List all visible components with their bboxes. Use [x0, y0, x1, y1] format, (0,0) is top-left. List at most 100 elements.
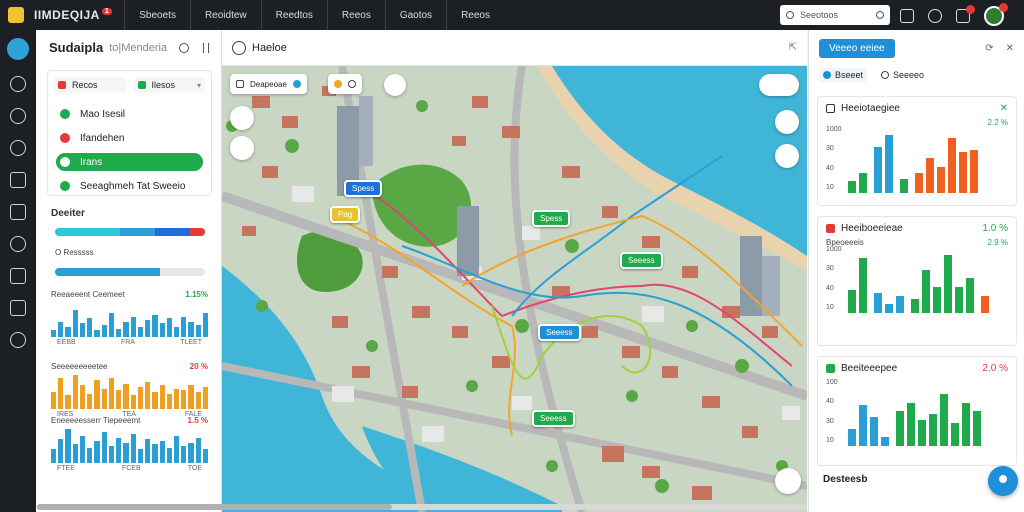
- help-icon[interactable]: [928, 9, 942, 23]
- chart-bar: [915, 172, 923, 193]
- topnav-item-5[interactable]: Gaotos: [384, 0, 446, 30]
- globe-icon[interactable]: [10, 76, 26, 92]
- close-icon[interactable]: ✕: [1000, 103, 1008, 114]
- mini-chart-bar: [202, 313, 209, 337]
- chart-bar: [900, 178, 908, 193]
- mini-chart-bar: [159, 385, 165, 409]
- street-view-button[interactable]: [775, 468, 801, 494]
- topnav-item-6[interactable]: Reeos: [446, 0, 504, 30]
- map-pin[interactable]: Seeess: [620, 252, 663, 269]
- stat-card-2-row-value: 2.9 %: [987, 238, 1008, 247]
- avatar[interactable]: [984, 3, 1008, 26]
- topnav-item-3[interactable]: Reedtos: [260, 0, 327, 30]
- settings-icon[interactable]: [10, 140, 26, 156]
- map-pin[interactable]: Spess: [344, 180, 383, 197]
- mini-chart-2-label: Seeeeeeeeetee: [51, 362, 108, 371]
- dashboard-icon[interactable]: [7, 38, 29, 60]
- app-logo-icon[interactable]: [8, 7, 24, 23]
- check-icon: [60, 181, 70, 191]
- clock-icon[interactable]: [10, 108, 26, 124]
- range-bar[interactable]: [55, 228, 205, 236]
- avatar-badge: [999, 3, 1008, 12]
- mini-chart-bar: [58, 378, 64, 409]
- poi-chip[interactable]: [328, 74, 362, 94]
- tab-bseeet[interactable]: Bseeet: [819, 68, 868, 82]
- notifications-icon[interactable]: [956, 5, 975, 23]
- mini-chart-bar: [51, 449, 57, 463]
- red-square-icon: [58, 81, 66, 89]
- tab-icon: [823, 71, 831, 79]
- marker-icon: [334, 80, 342, 88]
- measure-button[interactable]: [775, 144, 799, 168]
- mini-chart-bar: [173, 435, 180, 463]
- mini-chart-bar: [166, 447, 172, 463]
- topnav-item-1[interactable]: Sbeoets: [124, 0, 190, 30]
- tab-seeeeo[interactable]: Seeeeo: [877, 68, 928, 82]
- map-pin[interactable]: Seeess: [538, 324, 581, 341]
- mini-chart-bar: [181, 446, 187, 463]
- mini-chart-bar: [130, 395, 136, 409]
- chart-bar: [881, 437, 889, 446]
- location-button[interactable]: [384, 74, 406, 96]
- option-4[interactable]: Seeaghmeh Tat Sweeio: [56, 177, 203, 195]
- time-icon[interactable]: [10, 236, 26, 252]
- tab-recos[interactable]: Recos: [54, 77, 126, 93]
- section-title: Deeiter: [51, 208, 85, 219]
- mini-chart-bar: [116, 390, 122, 409]
- zoom-in-button[interactable]: [775, 110, 799, 134]
- refresh-button[interactable]: [759, 74, 799, 96]
- left-panel-header: Sudaipla to|Menderia: [37, 30, 221, 55]
- y-tick-label: 1000: [826, 126, 842, 133]
- map-pin[interactable]: Pag: [330, 206, 361, 223]
- search-icon[interactable]: [179, 42, 189, 53]
- chart-bar: [874, 292, 882, 313]
- tick-label: FCEB: [121, 465, 141, 472]
- stat-card-2-value: 1.0 %: [982, 223, 1008, 234]
- chart-bar: [959, 152, 967, 193]
- tab-ilesos[interactable]: Ilesos ▾: [133, 77, 205, 93]
- layers-button[interactable]: [230, 106, 254, 130]
- right-tabs: Bseeet Seeeeo: [809, 58, 1024, 82]
- expand-icon[interactable]: ⇱: [789, 42, 797, 53]
- chart-bar: [896, 411, 904, 446]
- brand-text: IIMDEQIJA: [34, 8, 100, 22]
- topnav-item-4[interactable]: Reeos: [326, 0, 385, 30]
- mini-chart-bar: [137, 386, 144, 409]
- image-icon[interactable]: [10, 300, 26, 316]
- city-map[interactable]: [222, 66, 807, 512]
- horizontal-scrollbar[interactable]: [37, 504, 807, 510]
- mini-chart-bar: [72, 309, 78, 337]
- mini-chart-bar: [101, 388, 107, 409]
- notification-badge: [966, 5, 975, 14]
- compass-button[interactable]: [230, 136, 254, 160]
- calendar-icon[interactable]: [900, 9, 914, 23]
- money-icon[interactable]: [10, 332, 26, 348]
- pin-icon[interactable]: ⟳: [985, 43, 993, 54]
- primary-action-button[interactable]: Veeeo eeiee: [819, 39, 895, 58]
- folder-icon[interactable]: [10, 268, 26, 284]
- close-icon[interactable]: ✕: [1006, 43, 1014, 54]
- tab-seeeeo-label: Seeeeo: [893, 70, 925, 80]
- layer-chip[interactable]: Deapeoae: [230, 74, 307, 94]
- analytics-icon[interactable]: [10, 172, 26, 188]
- option-2[interactable]: Ifandehen: [56, 129, 203, 147]
- mini-chart-bar: [94, 330, 100, 337]
- option-1[interactable]: Mao Isesil: [56, 105, 203, 123]
- option-3[interactable]: Irans: [56, 153, 203, 171]
- map-pin[interactable]: Seeess: [532, 410, 575, 427]
- map-pin[interactable]: Spess: [532, 210, 571, 227]
- mini-chart-bar: [145, 320, 151, 337]
- more-icon[interactable]: [203, 42, 209, 53]
- profile-fab-button[interactable]: [988, 466, 1018, 496]
- left-panel-subtitle: to|Menderia: [109, 41, 168, 54]
- mini-chart-bar: [123, 383, 129, 409]
- scrollbar-thumb[interactable]: [37, 504, 392, 510]
- topnav-item-2[interactable]: Reoidtew: [189, 0, 261, 30]
- calendar-icon[interactable]: [10, 204, 26, 220]
- mini-chart-bar: [65, 326, 71, 337]
- tab-icon: [881, 71, 890, 79]
- voice-icon[interactable]: [876, 11, 884, 19]
- mini-chart-bar: [65, 429, 71, 463]
- stat-card-1-value: 2.2 %: [987, 118, 1008, 127]
- search-input[interactable]: Seeotoos: [780, 5, 890, 25]
